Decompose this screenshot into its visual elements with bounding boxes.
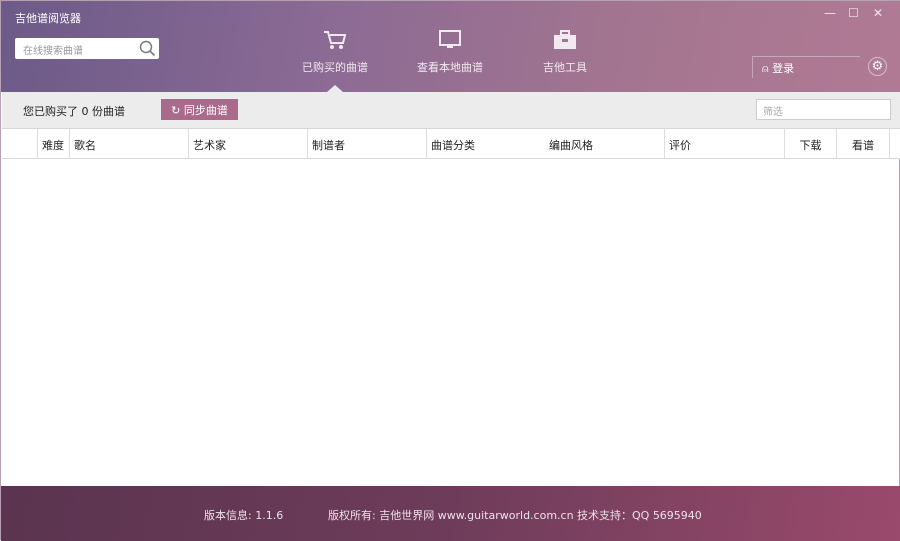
close-button[interactable]: ✕: [873, 6, 883, 20]
app-window: 吉他谱阅览器 在线搜索曲谱 已购买的曲谱 查看本地曲谱 吉他工具 — ☐ ✕ ⍝…: [0, 0, 900, 540]
filter-input[interactable]: 筛选: [756, 99, 891, 120]
minimize-button[interactable]: —: [824, 6, 836, 20]
maximize-button[interactable]: ☐: [848, 6, 859, 20]
purchase-count: 您已购买了 0 份曲谱: [23, 103, 125, 119]
active-tab-indicator: [327, 85, 343, 92]
cart-icon: [323, 29, 347, 51]
column-view[interactable]: 看谱: [836, 129, 890, 158]
column-song[interactable]: 歌名: [69, 129, 188, 158]
toolbar: 您已购买了 0 份曲谱 ↻ 同步曲谱 筛选: [2, 92, 900, 128]
user-icon: ⍝: [762, 62, 769, 75]
header: 吉他谱阅览器 在线搜索曲谱 已购买的曲谱 查看本地曲谱 吉他工具 — ☐ ✕ ⍝…: [1, 1, 900, 92]
column-artist[interactable]: 艺术家: [188, 129, 307, 158]
column-rating[interactable]: 评价: [664, 129, 784, 158]
column-download[interactable]: 下载: [784, 129, 836, 158]
sync-button[interactable]: ↻ 同步曲谱: [161, 99, 238, 120]
footer: 版本信息: 1.1.6 版权所有: 吉他世界网 www.guitarworld.…: [1, 486, 900, 541]
column-author[interactable]: 制谱者: [307, 129, 426, 158]
app-title: 吉他谱阅览器: [15, 10, 81, 26]
copyright-info: 版权所有: 吉他世界网 www.guitarworld.com.cn: [328, 507, 574, 523]
toolbox-icon: [553, 29, 577, 51]
table-header: 难度 歌名 艺术家 制谱者 曲谱分类 编曲风格 评价 下载 看谱: [2, 128, 900, 159]
support-info: 技术支持：QQ 5695940: [577, 507, 702, 523]
column-style[interactable]: 编曲风格: [545, 129, 664, 158]
monitor-icon: [438, 29, 462, 51]
tab-local[interactable]: 查看本地曲谱: [405, 29, 495, 75]
version-info: 版本信息: 1.1.6: [204, 507, 283, 523]
column-category[interactable]: 曲谱分类: [426, 129, 545, 158]
tab-purchased[interactable]: 已购买的曲谱: [290, 29, 380, 75]
refresh-icon: ↻: [171, 104, 180, 117]
search-input[interactable]: 在线搜索曲谱: [15, 38, 159, 59]
search-icon[interactable]: [139, 40, 156, 57]
tab-tools[interactable]: 吉他工具: [520, 29, 610, 75]
column-difficulty[interactable]: 难度: [37, 129, 69, 158]
gear-icon[interactable]: ⚙: [868, 57, 887, 76]
search-placeholder: 在线搜索曲谱: [23, 42, 83, 57]
login-button[interactable]: ⍝ 登录: [752, 56, 860, 78]
